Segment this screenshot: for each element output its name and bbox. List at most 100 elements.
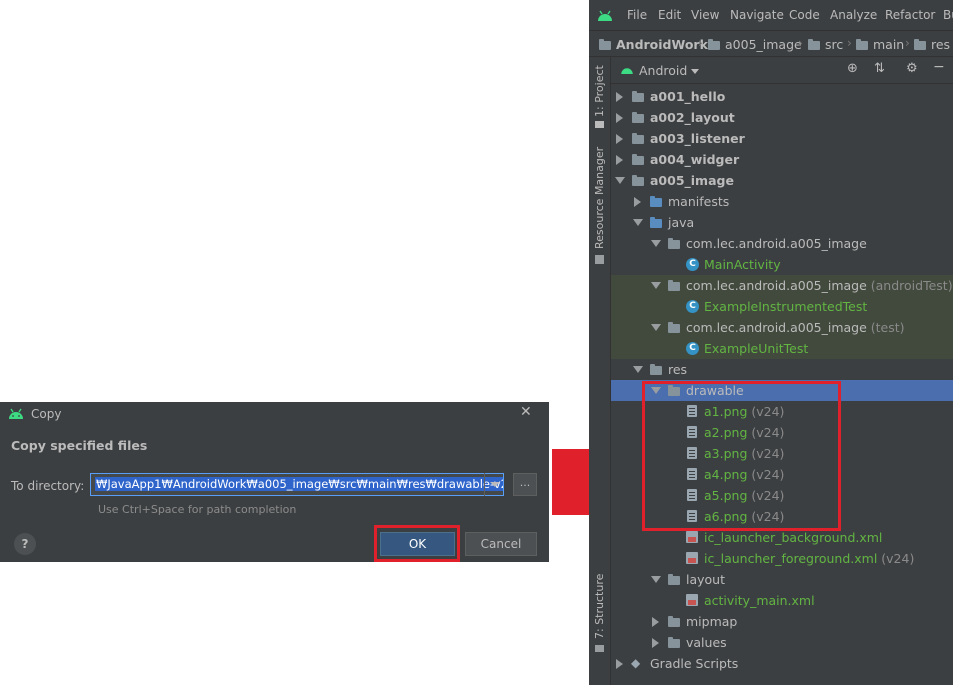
menu-build[interactable]: Bu	[943, 8, 953, 22]
tree-row-gradle-scripts[interactable]: ◆ Gradle Scripts	[611, 653, 953, 674]
dialog-heading: Copy specified files	[11, 438, 148, 453]
breadcrumb-androidwork[interactable]: AndroidWork	[616, 37, 708, 52]
project-view-selector[interactable]: Android	[639, 63, 687, 78]
xml-file-icon	[686, 531, 698, 543]
expand-icon[interactable]	[616, 134, 623, 144]
expand-icon[interactable]	[652, 638, 659, 648]
breadcrumb-main[interactable]: main	[873, 37, 904, 52]
collapse-all-icon[interactable]: ⇅	[874, 61, 885, 76]
gradle-icon: ◆	[631, 656, 641, 670]
help-button[interactable]: ?	[14, 533, 36, 555]
module-folder-icon	[632, 91, 644, 102]
package-icon	[668, 280, 680, 291]
cancel-button[interactable]: Cancel	[465, 532, 537, 556]
tree-row-package-test[interactable]: com.lec.android.a005_image (test)	[611, 317, 953, 338]
android-view-icon	[621, 68, 633, 74]
drawable-files-highlight-box	[642, 381, 841, 531]
expand-icon[interactable]	[634, 197, 641, 207]
collapse-icon[interactable]	[651, 324, 661, 331]
collapse-icon[interactable]	[651, 576, 661, 583]
tree-row-exampleinstrumentedtest[interactable]: C ExampleInstrumentedTest	[611, 296, 953, 317]
menu-file[interactable]: File	[627, 8, 647, 22]
folder-icon	[650, 217, 662, 228]
tree-row-exampleunittest[interactable]: C ExampleUnitTest	[611, 338, 953, 359]
tree-row-a005-image[interactable]: a005_image	[611, 170, 953, 191]
tree-row-res[interactable]: res	[611, 359, 953, 380]
close-icon[interactable]: ✕	[520, 404, 532, 420]
folder-icon	[856, 39, 868, 50]
tree-row-values[interactable]: values	[611, 632, 953, 653]
tree-row-manifests[interactable]: manifests	[611, 191, 953, 212]
breadcrumb-res[interactable]: res	[931, 37, 950, 52]
expand-icon[interactable]	[652, 617, 659, 627]
tree-row-activity-main[interactable]: activity_main.xml	[611, 590, 953, 611]
menu-bar: File Edit View Navigate Code Analyze Ref…	[589, 0, 953, 30]
expand-icon[interactable]	[616, 113, 623, 123]
gear-icon[interactable]: ⚙	[906, 61, 918, 76]
res-folder-icon	[650, 364, 662, 375]
tree-row-layout[interactable]: layout	[611, 569, 953, 590]
class-icon: C	[686, 258, 699, 271]
breadcrumb: AndroidWork › a005_image › src › main › …	[589, 30, 953, 57]
android-icon	[9, 408, 23, 419]
folder-icon	[808, 39, 820, 50]
tree-row-package-androidtest[interactable]: com.lec.android.a005_image (androidTest)	[611, 275, 953, 296]
browse-button[interactable]: ...	[513, 473, 537, 496]
expand-icon[interactable]	[616, 92, 623, 102]
tree-row-java[interactable]: java	[611, 212, 953, 233]
folder-icon	[668, 574, 680, 585]
menu-navigate[interactable]: Navigate	[730, 8, 784, 22]
tree-row-a001-hello[interactable]: a001_hello	[611, 86, 953, 107]
menu-code[interactable]: Code	[789, 8, 820, 22]
ok-button[interactable]: OK	[380, 532, 455, 556]
folder-icon	[668, 637, 680, 648]
chevron-down-icon	[490, 482, 500, 487]
collapse-icon[interactable]	[633, 219, 643, 226]
breadcrumb-a005-image[interactable]: a005_image	[725, 37, 802, 52]
directory-history-dropdown[interactable]	[484, 473, 506, 496]
package-icon	[668, 322, 680, 333]
menu-refactor[interactable]: Refactor	[885, 8, 935, 22]
path-completion-hint: Use Ctrl+Space for path completion	[98, 503, 297, 516]
expand-icon[interactable]	[616, 155, 623, 165]
tree-row-a004-widger[interactable]: a004_widger	[611, 149, 953, 170]
collapse-icon[interactable]	[651, 240, 661, 247]
dialog-titlebar: Copy ✕	[0, 402, 549, 426]
menu-edit[interactable]: Edit	[658, 8, 681, 22]
module-folder-icon	[632, 133, 644, 144]
tree-row-mainactivity[interactable]: C MainActivity	[611, 254, 953, 275]
tree-row-a003-listener[interactable]: a003_listener	[611, 128, 953, 149]
tab-structure[interactable]: 7: Structure	[593, 574, 606, 639]
tree-row-package-main[interactable]: com.lec.android.a005_image	[611, 233, 953, 254]
xml-file-icon	[686, 552, 698, 564]
folder-icon	[650, 196, 662, 207]
locate-icon[interactable]: ⊕	[847, 61, 858, 76]
directory-input[interactable]: ₩JavaApp1₩AndroidWork₩a005_image₩src₩mai…	[90, 473, 504, 496]
module-folder-icon	[632, 154, 644, 165]
collapse-icon[interactable]	[633, 366, 643, 373]
project-icon	[595, 121, 604, 128]
tree-row-a002-layout[interactable]: a002_layout	[611, 107, 953, 128]
tool-window-strip: 1: Project Resource Manager 7: Structure	[589, 57, 611, 685]
chevron-down-icon[interactable]	[691, 69, 699, 74]
directory-input-value: ₩JavaApp1₩AndroidWork₩a005_image₩src₩mai…	[95, 477, 503, 491]
tab-resource-manager[interactable]: Resource Manager	[593, 147, 606, 249]
package-icon	[668, 238, 680, 249]
tree-row-ic-launcher-foreground[interactable]: ic_launcher_foreground.xml (v24)	[611, 548, 953, 569]
copy-dialog: Copy ✕ Copy specified files To directory…	[0, 402, 549, 562]
hide-panel-icon[interactable]: −	[933, 59, 945, 75]
module-folder-icon	[632, 175, 644, 186]
test-class-icon: C	[686, 342, 699, 355]
expand-icon[interactable]	[616, 659, 623, 669]
android-studio-window: File Edit View Navigate Code Analyze Ref…	[589, 0, 953, 685]
menu-view[interactable]: View	[691, 8, 719, 22]
menu-analyze[interactable]: Analyze	[830, 8, 877, 22]
collapse-icon[interactable]	[615, 177, 625, 184]
module-folder-icon	[632, 112, 644, 123]
folder-icon	[668, 616, 680, 627]
resource-manager-icon	[595, 255, 604, 264]
tree-row-mipmap[interactable]: mipmap	[611, 611, 953, 632]
tab-project[interactable]: 1: Project	[593, 65, 606, 117]
collapse-icon[interactable]	[651, 282, 661, 289]
breadcrumb-src[interactable]: src	[825, 37, 843, 52]
